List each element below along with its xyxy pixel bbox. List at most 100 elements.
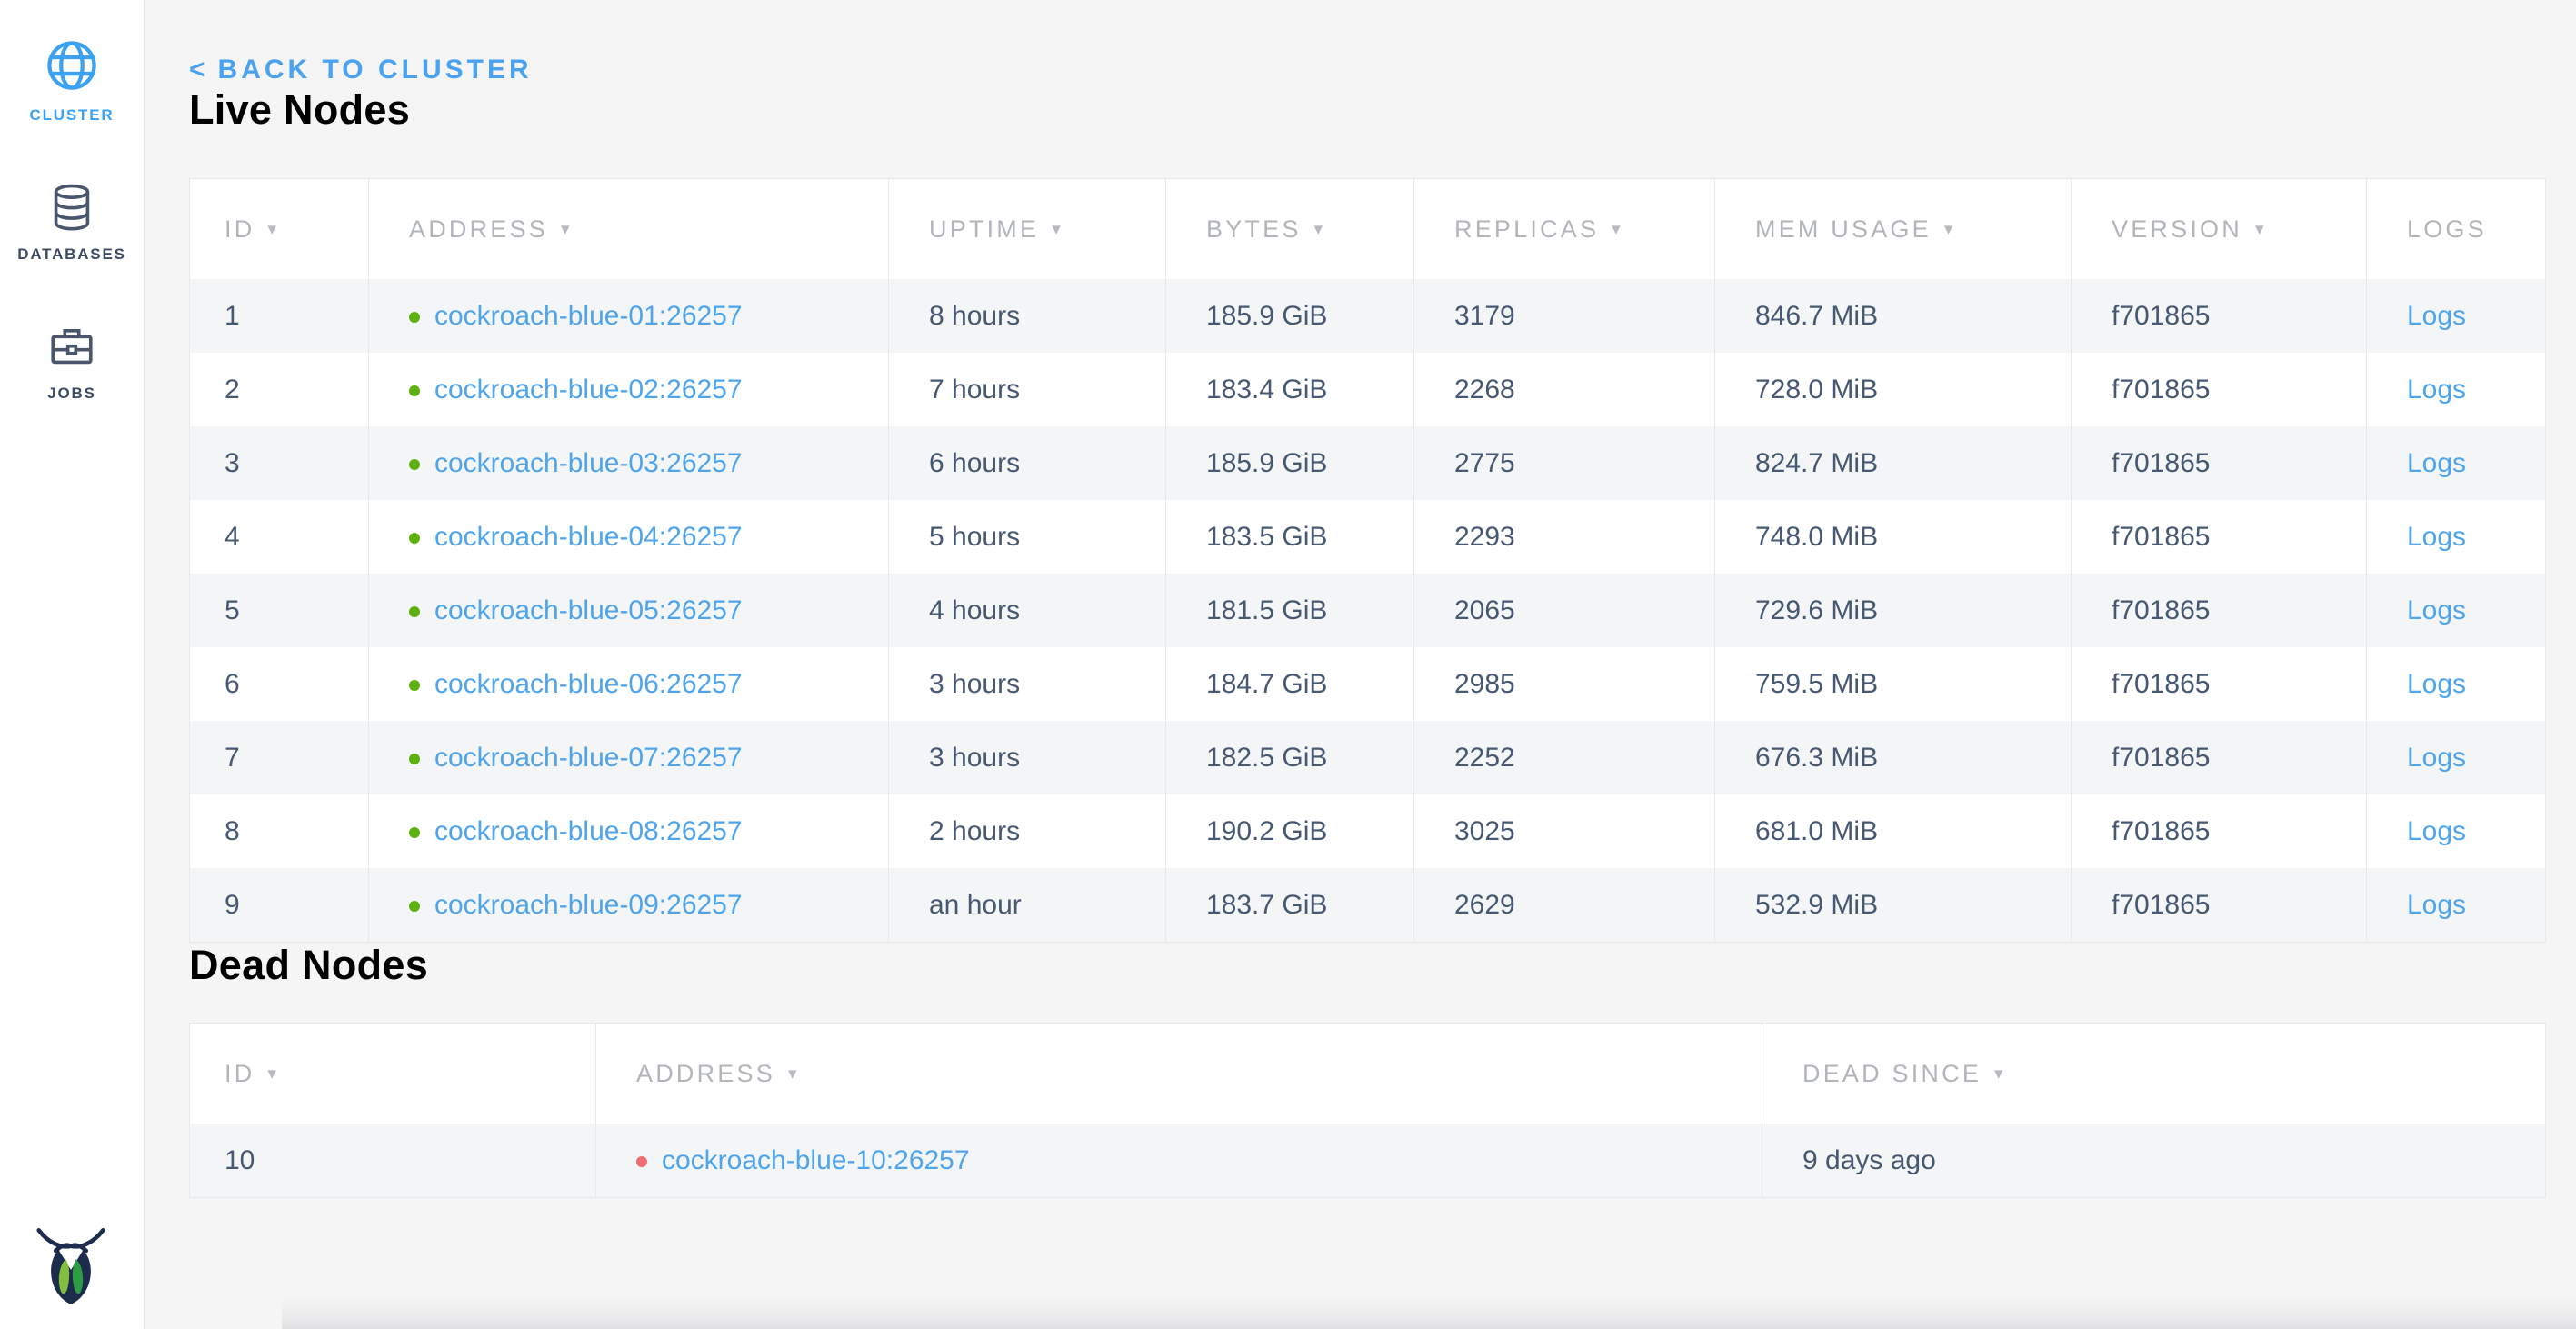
column-header-mem_usage[interactable]: MEM USAGE▾	[1715, 179, 2072, 280]
sort-arrow-icon: ▾	[788, 1064, 797, 1084]
header-row: ID▾ADDRESS▾UPTIME▾BYTES▾REPLICAS▾MEM USA…	[190, 179, 2546, 280]
header-row: ID ▾ ADDRESS ▾ DEAD SINCE ▾	[190, 1024, 2546, 1124]
live-status-dot-icon	[409, 827, 420, 838]
node-address-link[interactable]: cockroach-blue-01:26257	[434, 301, 743, 331]
column-header-replicas[interactable]: REPLICAS ▾	[1414, 179, 1715, 280]
sidebar-item-databases[interactable]: DATABASES	[17, 181, 125, 264]
cell-mem_usage: 824.7 MiB	[1715, 426, 2072, 500]
cell-mem_usage: 681.0 MiB	[1715, 794, 2072, 868]
sidebar-item-label: DATABASES	[17, 245, 125, 264]
cell-bytes: 185.9 GiB	[1166, 426, 1414, 500]
cell-address: cockroach-blue-08:26257	[369, 794, 889, 868]
live-status-dot-icon	[409, 606, 420, 617]
cell-id: 10	[190, 1124, 596, 1198]
logs-link[interactable]: Logs	[2407, 522, 2466, 552]
node-address-link[interactable]: cockroach-blue-10:26257	[662, 1145, 970, 1175]
column-label: ID	[225, 1060, 255, 1087]
database-icon	[45, 181, 98, 234]
column-header-bytes[interactable]: BYTES ▾	[1166, 179, 1414, 280]
cell-replicas: 2268	[1414, 353, 1715, 426]
logs-link[interactable]: Logs	[2407, 375, 2466, 405]
node-address-link[interactable]: cockroach-blue-03:26257	[434, 448, 743, 478]
cell-mem_usage: 846.7 MiB	[1715, 279, 2072, 353]
cell-uptime: 5 hours	[889, 500, 1166, 574]
cell-version: f701865	[2072, 353, 2367, 426]
cell-mem_usage: 676.3 MiB	[1715, 721, 2072, 794]
live-node-row: 1cockroach-blue-01:262578 hours185.9 GiB…	[190, 279, 2546, 353]
logs-link[interactable]: Logs	[2407, 890, 2466, 920]
logs-link[interactable]: Logs	[2407, 816, 2466, 846]
cell-logs: Logs	[2367, 426, 2546, 500]
live-node-row: 3cockroach-blue-03:262576 hours185.9 GiB…	[190, 426, 2546, 500]
cell-logs: Logs	[2367, 647, 2546, 721]
sort-arrow-icon: ▾	[1612, 220, 1621, 239]
sidebar-item-cluster[interactable]: CLUSTER	[30, 36, 115, 125]
logs-link[interactable]: Logs	[2407, 595, 2466, 625]
cell-mem_usage: 759.5 MiB	[1715, 647, 2072, 721]
node-address-link[interactable]: cockroach-blue-05:26257	[434, 595, 743, 625]
sort-arrow-icon: ▾	[1052, 220, 1061, 239]
cell-replicas: 2065	[1414, 574, 1715, 647]
live-status-dot-icon	[409, 754, 420, 764]
logs-link[interactable]: Logs	[2407, 301, 2466, 331]
live-nodes-title: Live Nodes	[189, 87, 2576, 133]
live-node-row: 9cockroach-blue-09:26257an hour183.7 GiB…	[190, 868, 2546, 943]
node-address-link[interactable]: cockroach-blue-02:26257	[434, 375, 743, 405]
cell-uptime: 3 hours	[889, 647, 1166, 721]
cell-id: 1	[190, 279, 369, 353]
cell-uptime: 3 hours	[889, 721, 1166, 794]
cell-mem_usage: 532.9 MiB	[1715, 868, 2072, 943]
node-address-link[interactable]: cockroach-blue-04:26257	[434, 522, 743, 552]
cell-uptime: 6 hours	[889, 426, 1166, 500]
cell-replicas: 3179	[1414, 279, 1715, 353]
cell-replicas: 2775	[1414, 426, 1715, 500]
node-address-link[interactable]: cockroach-blue-08:26257	[434, 816, 743, 846]
node-address-link[interactable]: cockroach-blue-06:26257	[434, 669, 743, 699]
sort-arrow-icon: ▾	[1994, 1064, 2003, 1084]
cell-mem_usage: 729.6 MiB	[1715, 574, 2072, 647]
column-header-logs: LOGS	[2367, 179, 2546, 280]
sidebar-item-jobs[interactable]: JOBS	[45, 320, 98, 403]
column-header-address[interactable]: ADDRESS ▾	[596, 1024, 1762, 1124]
cell-id: 4	[190, 500, 369, 574]
column-header-dead_since[interactable]: DEAD SINCE ▾	[1762, 1024, 2546, 1124]
column-label: ID	[225, 215, 255, 243]
back-to-cluster-link[interactable]: <BACK TO CLUSTER	[189, 53, 533, 87]
column-header-address[interactable]: ADDRESS▾	[369, 179, 889, 280]
column-label: DEAD SINCE	[1802, 1060, 1982, 1087]
dead-nodes-title: Dead Nodes	[189, 943, 2576, 988]
live-node-row: 6cockroach-blue-06:262573 hours184.7 GiB…	[190, 647, 2546, 721]
back-link-label: BACK TO CLUSTER	[218, 55, 533, 85]
live-node-row: 4cockroach-blue-04:262575 hours183.5 GiB…	[190, 500, 2546, 574]
cell-replicas: 3025	[1414, 794, 1715, 868]
logs-link[interactable]: Logs	[2407, 669, 2466, 699]
sort-arrow-icon: ▾	[2255, 220, 2264, 239]
column-header-id[interactable]: ID ▾	[190, 1024, 596, 1124]
live-status-dot-icon	[409, 901, 420, 912]
column-label: BYTES	[1206, 215, 1302, 243]
live-node-row: 8cockroach-blue-08:262572 hours190.2 GiB…	[190, 794, 2546, 868]
sort-arrow-icon: ▾	[1314, 220, 1323, 239]
cell-uptime: 4 hours	[889, 574, 1166, 647]
cell-uptime: 7 hours	[889, 353, 1166, 426]
column-label: REPLICAS	[1454, 215, 1599, 243]
cell-logs: Logs	[2367, 868, 2546, 943]
column-label: MEM USAGE	[1755, 215, 1932, 243]
logs-link[interactable]: Logs	[2407, 743, 2466, 773]
cell-version: f701865	[2072, 279, 2367, 353]
sidebar-item-label: JOBS	[47, 385, 96, 403]
live-status-dot-icon	[409, 459, 420, 470]
logs-link[interactable]: Logs	[2407, 448, 2466, 478]
sort-arrow-icon: ▾	[267, 1064, 276, 1084]
node-address-link[interactable]: cockroach-blue-07:26257	[434, 743, 743, 773]
cell-dead_since: 9 days ago	[1762, 1124, 2546, 1198]
column-header-id[interactable]: ID▾	[190, 179, 369, 280]
live-nodes-table: ID▾ADDRESS▾UPTIME▾BYTES▾REPLICAS▾MEM USA…	[189, 178, 2546, 943]
sort-arrow-icon: ▾	[561, 220, 570, 239]
column-header-uptime[interactable]: UPTIME▾	[889, 179, 1166, 280]
column-label: ADDRESS	[636, 1060, 775, 1087]
column-label: VERSION	[2112, 215, 2242, 243]
column-header-version[interactable]: VERSION ▾	[2072, 179, 2367, 280]
node-address-link[interactable]: cockroach-blue-09:26257	[434, 890, 743, 920]
cell-version: f701865	[2072, 794, 2367, 868]
